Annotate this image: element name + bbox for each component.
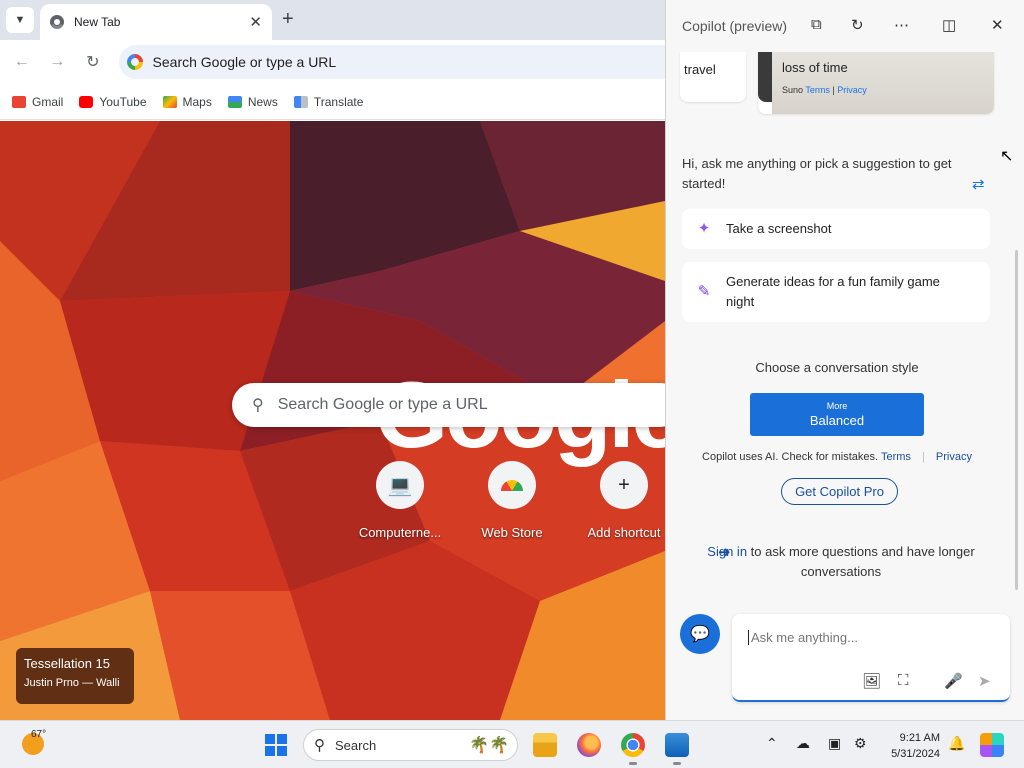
firefox-icon[interactable] — [577, 733, 601, 757]
ask-placeholder: Ask me anything... — [748, 630, 858, 645]
privacy-link[interactable]: Privacy — [936, 451, 972, 463]
reload-button[interactable]: ↻ — [83, 52, 103, 72]
gmail-icon — [12, 95, 26, 108]
ask-input[interactable]: Ask me anything... 🖼 ⛶ 🎤 ➤ — [732, 614, 1010, 702]
microphone-icon[interactable]: 🎤 — [944, 672, 963, 690]
windows-logo-icon — [265, 734, 275, 744]
chevron-up-icon[interactable]: ⌃ — [766, 735, 778, 752]
browser-toolbar: ← → ↻ Search Google or type a URL — [0, 40, 665, 84]
split-view-icon[interactable]: ◫ — [942, 16, 956, 34]
mouse-cursor-icon: ↖ — [1000, 148, 1014, 165]
open-external-icon[interactable]: ⧉ — [811, 16, 822, 33]
clock[interactable]: 9:21 AM 5/31/2024 — [858, 730, 940, 762]
news-icon — [227, 95, 242, 108]
bookmark-news[interactable]: News — [227, 95, 278, 109]
file-explorer-icon[interactable] — [533, 733, 557, 757]
tab-strip: ▼ New Tab ✕ + — [0, 0, 665, 40]
carousel-card-travel[interactable]: travel — [680, 52, 746, 102]
cloud-offline-icon[interactable]: ☁ — [796, 735, 810, 752]
sign-in-link[interactable]: Sign in — [707, 544, 747, 559]
address-bar-placeholder: Search Google or type a URL — [152, 54, 337, 70]
close-icon[interactable]: ✕ — [249, 13, 262, 31]
card-privacy-link[interactable]: Privacy — [837, 85, 867, 95]
maps-icon — [162, 95, 177, 108]
search-icon: ⚲ — [314, 737, 325, 754]
copilot-greeting: Hi, ask me anything or pick a suggestion… — [682, 156, 952, 191]
copilot-taskbar-icon[interactable] — [980, 733, 1004, 757]
chat-plus-icon: 💬 — [690, 626, 710, 643]
new-tab-page: Google ⚲ Search Google or type a URL 💻 C… — [0, 121, 665, 720]
palm-trees-icon: 🌴🌴 — [469, 737, 509, 754]
get-copilot-pro-button[interactable]: Get Copilot Pro — [781, 478, 898, 505]
image-input-icon[interactable]: 🖼 — [862, 672, 881, 690]
sparkle-icon: ✦ — [697, 220, 711, 237]
ntp-search-box[interactable]: ⚲ Search Google or type a URL — [232, 383, 665, 427]
copilot-title: Copilot (preview) — [682, 18, 788, 34]
suggestion-take-screenshot[interactable]: ✦ Take a screenshot — [682, 209, 990, 249]
translate-icon — [293, 95, 308, 108]
forward-button[interactable]: → — [48, 53, 68, 71]
send-icon[interactable]: ➤ — [978, 672, 991, 690]
start-button[interactable] — [265, 734, 287, 756]
refresh-suggestions-icon[interactable]: ⇄ — [972, 175, 985, 193]
sign-in-prompt: Sign in to ask more questions and have l… — [707, 544, 975, 579]
taskbar: 67° ⚲ Search 🌴🌴 ⌃ ☁ ▣ ⚙ 9:21 AM 5/31/202… — [0, 720, 1024, 768]
screenshot-capture-icon[interactable]: ⛶ — [898, 672, 909, 689]
plus-icon: + — [600, 461, 648, 509]
ntp-search-placeholder: Search Google or type a URL — [277, 396, 488, 413]
taskbar-search[interactable]: ⚲ Search 🌴🌴 — [303, 729, 518, 761]
plus-icon: + — [282, 8, 294, 30]
close-icon[interactable]: ✕ — [991, 16, 1004, 34]
wallpaper-attribution[interactable]: Tessellation 15 Justin Prno — Walli — [16, 648, 134, 704]
shortcut-web-store[interactable]: Web Store — [462, 461, 562, 540]
chevron-down-icon: ▼ — [14, 14, 26, 26]
more-options-icon[interactable]: ⋯ — [894, 16, 909, 34]
card-thumbnail — [758, 52, 772, 102]
tab-search-button[interactable]: ▼ — [6, 7, 34, 33]
terms-link[interactable]: Terms — [881, 451, 911, 463]
new-tab-button[interactable]: + — [282, 8, 294, 30]
copilot-panel: travel loss of time Suno Terms | Privacy… — [665, 0, 1024, 720]
photos-app-icon[interactable] — [665, 733, 689, 765]
tab-new-tab[interactable]: New Tab ✕ — [40, 4, 272, 40]
refresh-icon[interactable]: ↻ — [851, 16, 864, 34]
bookmark-maps[interactable]: Maps — [162, 95, 212, 109]
search-icon: ⚲ — [252, 397, 264, 414]
youtube-icon — [79, 95, 94, 108]
copilot-scrollbar[interactable] — [1015, 250, 1018, 590]
bookmark-gmail[interactable]: Gmail — [12, 95, 63, 109]
browser-window: ▼ New Tab ✕ + ← → ↻ Search Google or typ… — [0, 0, 665, 720]
desktop: ▼ New Tab ✕ + ← → ↻ Search Google or typ… — [0, 0, 1024, 768]
webstore-icon — [488, 461, 536, 509]
back-button[interactable]: ← — [12, 53, 32, 71]
copilot-header: Copilot (preview) ⧉ ↻ ⋯ ◫ ✕ — [666, 0, 1024, 52]
bookmarks-bar: Gmail YouTube Maps News Translate — [0, 84, 665, 120]
notepad-icon: ✎ — [697, 283, 711, 300]
new-topic-button[interactable]: 💬 — [680, 614, 720, 654]
bookmark-translate[interactable]: Translate — [293, 95, 363, 109]
shortcut-computerne[interactable]: 💻 Computerne... — [350, 461, 450, 540]
google-icon — [126, 54, 143, 70]
suggestion-carousel: travel loss of time Suno Terms | Privacy — [666, 52, 1024, 116]
display-icon[interactable]: ▣ — [828, 735, 841, 752]
card-terms-link[interactable]: Terms — [805, 85, 830, 95]
chrome-icon[interactable] — [621, 733, 645, 765]
address-bar[interactable]: Search Google or type a URL — [118, 45, 665, 79]
conversation-style-label: Choose a conversation style — [755, 360, 919, 375]
ai-disclaimer: Copilot uses AI. Check for mistakes. Ter… — [702, 451, 972, 463]
suggestion-game-night[interactable]: ✎ Generate ideas for a fun family game n… — [682, 262, 990, 322]
carousel-card-suno[interactable]: loss of time Suno Terms | Privacy — [758, 52, 994, 114]
bookmark-youtube[interactable]: YouTube — [79, 95, 147, 109]
weather-temperature: 67° — [31, 729, 47, 740]
tab-title: New Tab — [74, 15, 121, 29]
notification-bell-icon[interactable]: 🔔 — [948, 735, 965, 752]
shortcut-add[interactable]: + Add shortcut — [574, 461, 665, 540]
conversation-style-balanced[interactable]: More Balanced — [750, 393, 924, 436]
computer-icon: 💻 — [376, 461, 424, 509]
chrome-icon — [50, 15, 64, 29]
